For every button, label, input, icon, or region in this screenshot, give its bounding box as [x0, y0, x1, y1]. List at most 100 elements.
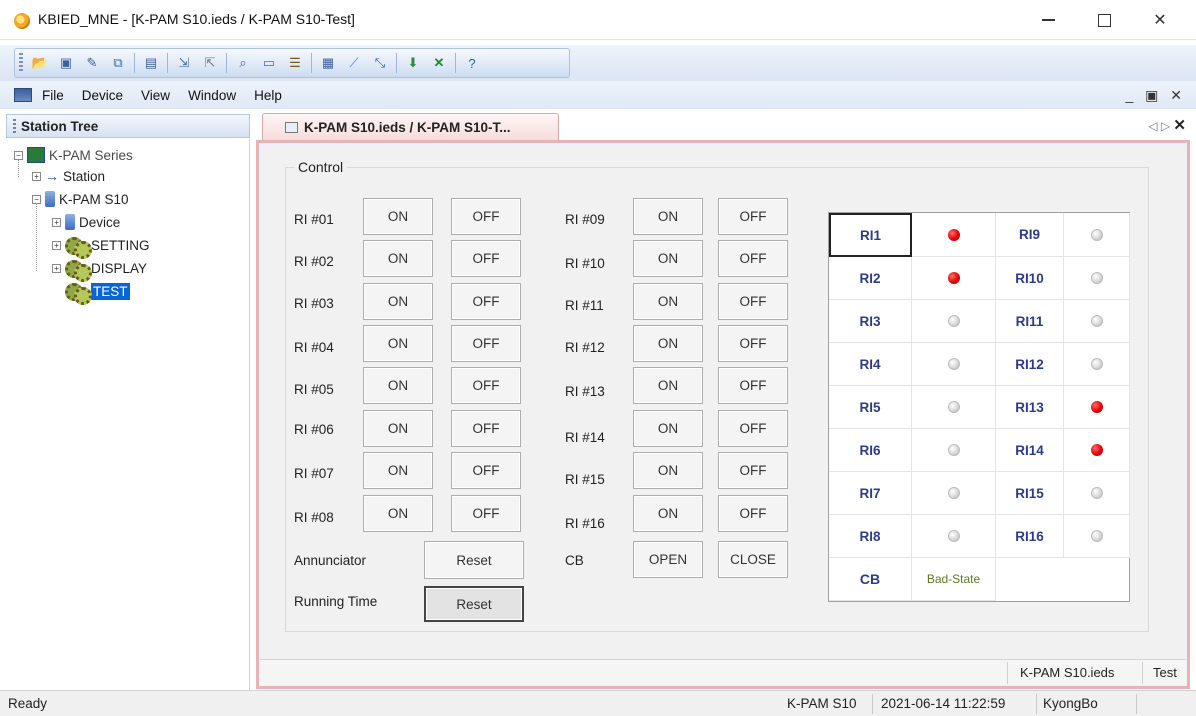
relay-05-off-button[interactable]: OFF [451, 367, 521, 404]
relay-08-on-button[interactable]: ON [363, 495, 433, 532]
status-led-ri14 [1090, 444, 1103, 456]
expand-icon[interactable]: + [52, 240, 61, 250]
status-name-ri10: RI10 [996, 257, 1064, 300]
tab-navigation[interactable]: ◁ ▷ ✕ [1148, 116, 1186, 134]
open-icon[interactable]: 📂 [29, 52, 51, 74]
relay-06-on-button[interactable]: ON [363, 410, 433, 447]
relay-13-on-button[interactable]: ON [633, 367, 703, 404]
relay-01-off-button[interactable]: OFF [451, 198, 521, 235]
status-name-ri15: RI15 [996, 472, 1064, 515]
relay-01-on-button[interactable]: ON [363, 198, 433, 235]
menu-window[interactable]: Window [188, 88, 236, 103]
maximize-button[interactable] [1082, 6, 1126, 34]
export-icon[interactable]: ⇱ [199, 52, 221, 74]
status-led-ri1 [947, 228, 960, 241]
search-icon[interactable]: ⌕ [232, 52, 254, 74]
tree-node-display[interactable]: + DISPLAY [52, 258, 147, 282]
download-icon[interactable]: ⬇ [402, 52, 424, 74]
close-icon: ✕ [1153, 12, 1167, 29]
cb-label: CB [565, 553, 584, 568]
close-tab-icon[interactable]: ✕ [1173, 117, 1186, 134]
gear-icon [65, 283, 92, 305]
relay-11-on-button[interactable]: ON [633, 283, 703, 320]
relay-13-off-button[interactable]: OFF [718, 367, 788, 404]
table-icon[interactable]: ▤ [140, 52, 162, 74]
chart-x-icon[interactable]: ⤡ [369, 52, 391, 74]
relay-11-off-button[interactable]: OFF [718, 283, 788, 320]
relay-14-off-button[interactable]: OFF [718, 410, 788, 447]
copy-icon[interactable]: ⧉ [107, 52, 129, 74]
collapse-icon[interactable]: − [14, 150, 23, 160]
panel-icon[interactable]: ▦ [317, 52, 339, 74]
relay-07-off-button[interactable]: OFF [451, 452, 521, 489]
window-icon [285, 121, 298, 133]
monitor-icon[interactable]: ▭ [258, 52, 280, 74]
menu-view[interactable]: View [141, 88, 170, 103]
running-time-reset-button[interactable]: Reset [424, 586, 524, 622]
relay-03-off-button[interactable]: OFF [451, 283, 521, 320]
tree-node-station[interactable]: + → Station [32, 166, 105, 186]
expand-icon[interactable]: + [52, 217, 61, 227]
station-tree: − K-PAM Series + → Station − K-PAM S10 +… [6, 139, 250, 690]
document-tab[interactable]: K-PAM S10.ieds / K-PAM S10-T... [262, 113, 559, 140]
relay-05-on-button[interactable]: ON [363, 367, 433, 404]
relay-14-on-button[interactable]: ON [633, 410, 703, 447]
status-led-ri2 [947, 272, 960, 284]
cb-open-button[interactable]: OPEN [633, 541, 703, 578]
tree-node-setting[interactable]: + SETTING [52, 235, 150, 259]
document-status-bar: K-PAM S10.ieds Test [260, 659, 1186, 685]
toolbar-grip-icon[interactable] [19, 53, 23, 73]
app-icon [14, 13, 30, 29]
relay-15-on-button[interactable]: ON [633, 452, 703, 489]
tree-node-series[interactable]: − K-PAM Series [14, 145, 133, 165]
relay-10-on-button[interactable]: ON [633, 240, 703, 277]
status-led-ri13 [1090, 401, 1103, 413]
relay-08-off-button[interactable]: OFF [451, 495, 521, 532]
relay-10-off-button[interactable]: OFF [718, 240, 788, 277]
cb-state-text: Bad-State [926, 572, 981, 586]
arrow-icon: → [45, 168, 59, 184]
expand-icon[interactable]: + [32, 171, 41, 181]
expand-icon[interactable]: + [52, 263, 61, 273]
annunciator-reset-button[interactable]: Reset [424, 541, 524, 579]
status-name-ri1[interactable]: RI1 [829, 213, 912, 257]
menu-device[interactable]: Device [82, 88, 123, 103]
document-menu-icon[interactable] [14, 88, 32, 102]
collapse-icon[interactable]: − [32, 194, 41, 204]
menu-help[interactable]: Help [254, 88, 282, 103]
relay-04-on-button[interactable]: ON [363, 325, 433, 362]
mdi-controls[interactable]: _ ▣ ✕ [1125, 87, 1186, 104]
relay-02-off-button[interactable]: OFF [451, 240, 521, 277]
cb-close-button[interactable]: CLOSE [718, 541, 788, 578]
close-x-icon[interactable]: ✕ [428, 52, 450, 74]
save-icon[interactable]: ▣ [55, 52, 77, 74]
chart-icon[interactable]: ⟋ [343, 52, 365, 74]
menu-file[interactable]: File [42, 88, 64, 103]
document-frame: Control RI #01 RI #02 RI #03 RI #04 RI #… [256, 140, 1190, 689]
close-button[interactable]: ✕ [1138, 6, 1182, 34]
relay-16-on-button[interactable]: ON [633, 495, 703, 532]
relay-06-off-button[interactable]: OFF [451, 410, 521, 447]
import-icon[interactable]: ⇲ [173, 52, 195, 74]
list-icon[interactable]: ☰ [284, 52, 306, 74]
relay-09-off-button[interactable]: OFF [718, 198, 788, 235]
relay-07-on-button[interactable]: ON [363, 452, 433, 489]
relay-04-off-button[interactable]: OFF [451, 325, 521, 362]
relay-09-on-button[interactable]: ON [633, 198, 703, 235]
tree-node-test[interactable]: TEST [65, 281, 130, 305]
relay-label-09: RI #09 [565, 212, 605, 227]
status-led-ri11 [1090, 315, 1103, 327]
help-icon[interactable]: ? [461, 52, 483, 74]
tree-node-device-root[interactable]: − K-PAM S10 [32, 189, 129, 209]
relay-12-on-button[interactable]: ON [633, 325, 703, 362]
relay-label-12: RI #12 [565, 340, 605, 355]
relay-12-off-button[interactable]: OFF [718, 325, 788, 362]
relay-label-04: RI #04 [294, 340, 334, 355]
edit-icon[interactable]: ✎ [81, 52, 103, 74]
minimize-button[interactable] [1026, 6, 1070, 34]
relay-16-off-button[interactable]: OFF [718, 495, 788, 532]
relay-03-on-button[interactable]: ON [363, 283, 433, 320]
relay-15-off-button[interactable]: OFF [718, 452, 788, 489]
tree-node-device[interactable]: + Device [52, 212, 120, 232]
relay-02-on-button[interactable]: ON [363, 240, 433, 277]
